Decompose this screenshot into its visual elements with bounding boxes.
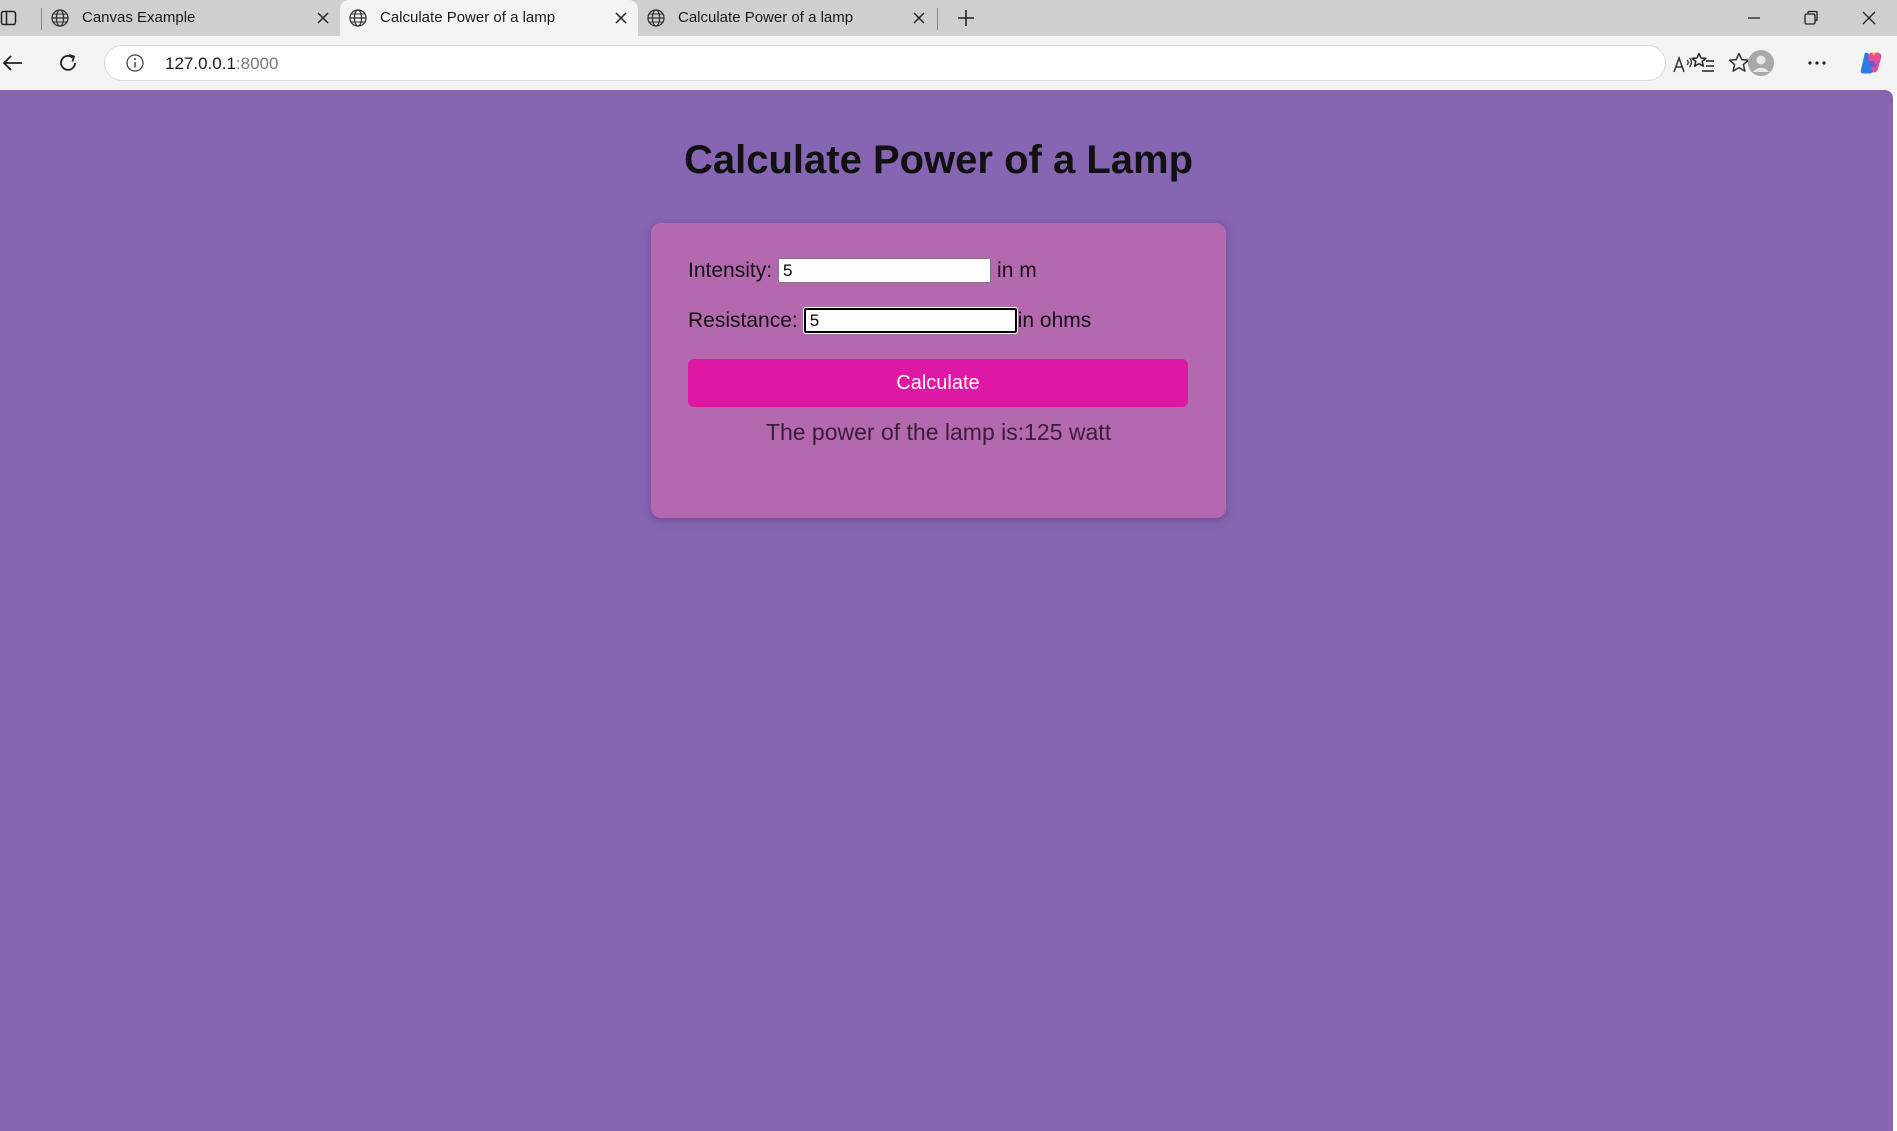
tab-calculate-power[interactable]: Calculate Power of a lamp [638, 0, 936, 36]
back-arrow-icon[interactable] [0, 50, 26, 76]
browser-window: Canvas Example Calculate Power of a lamp [0, 0, 1897, 1131]
favorites-list-icon[interactable] [1690, 50, 1716, 76]
info-icon[interactable] [125, 53, 145, 73]
refresh-icon[interactable] [55, 50, 81, 76]
intensity-row: Intensity: in m [688, 258, 1037, 283]
calculator-card: Intensity: in m Resistance: in ohms Calc… [651, 223, 1226, 518]
plus-icon[interactable] [955, 7, 977, 29]
url-text: 127.0.0.1:8000 [165, 54, 278, 74]
page-viewport: Calculate Power of a Lamp Intensity: in … [0, 90, 1893, 1131]
restore-icon[interactable] [1799, 6, 1823, 30]
close-icon[interactable] [316, 11, 330, 25]
resistance-row: Resistance: in ohms [688, 308, 1091, 333]
globe-icon [51, 9, 69, 27]
tab-separator [937, 8, 938, 30]
tab-title: Calculate Power of a lamp [678, 9, 854, 26]
result-text: The power of the lamp is:125 watt [765, 419, 1112, 445]
close-icon[interactable] [1857, 6, 1881, 30]
tab-strip: Canvas Example Calculate Power of a lamp [0, 0, 1897, 36]
tab-title: Calculate Power of a lamp [380, 9, 556, 26]
close-icon[interactable] [614, 11, 628, 25]
url-port: :8000 [235, 54, 279, 73]
sidebar-icon[interactable] [0, 8, 18, 28]
tab-canvas-example[interactable]: Canvas Example [42, 0, 340, 36]
browser-toolbar: 127.0.0.1:8000 [0, 36, 1897, 90]
calculate-button[interactable]: Calculate [688, 359, 1188, 407]
resistance-input[interactable] [803, 308, 1017, 333]
intensity-unit: in m [997, 258, 1037, 282]
close-icon[interactable] [912, 11, 926, 25]
copilot-icon[interactable] [1857, 49, 1885, 77]
tab-calculate-power-active[interactable]: Calculate Power of a lamp [340, 0, 638, 36]
resistance-unit: in ohms [1017, 308, 1092, 332]
address-bar[interactable]: 127.0.0.1:8000 [104, 45, 1750, 81]
minimize-icon[interactable] [1742, 6, 1766, 30]
page-title: Calculate Power of a Lamp [683, 138, 1194, 182]
intensity-input[interactable] [778, 258, 992, 283]
url-host: 127.0.0.1 [165, 54, 236, 73]
intensity-label: Intensity: [688, 258, 773, 282]
globe-icon [647, 9, 665, 27]
resistance-label: Resistance: [688, 308, 798, 332]
globe-icon [349, 9, 367, 27]
ellipsis-icon[interactable] [1804, 50, 1830, 76]
tab-title: Canvas Example [82, 9, 196, 26]
profile-avatar-icon[interactable] [1747, 49, 1775, 77]
